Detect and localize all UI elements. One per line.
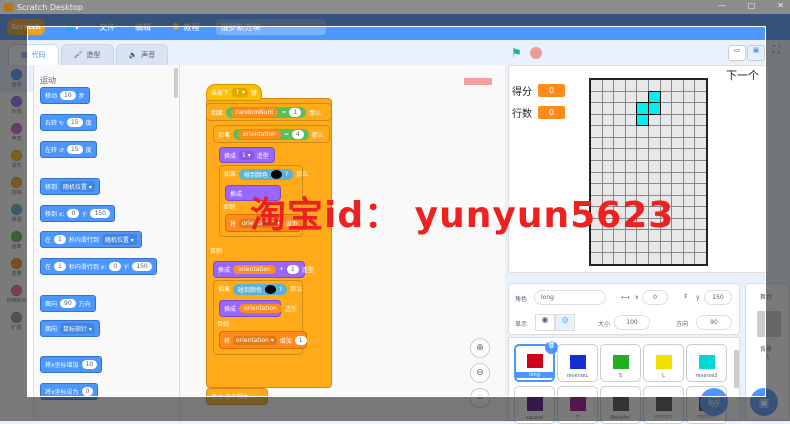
title-bar: Scratch Desktop: [0, 0, 790, 14]
maximize-button[interactable]: □: [748, 1, 756, 10]
close-button[interactable]: ✕: [777, 1, 784, 10]
overlay-right: [766, 26, 790, 397]
window-controls: — □ ✕: [718, 1, 784, 10]
capture-frame: [27, 26, 766, 397]
overlay-bottom: [0, 397, 790, 421]
overlay-left: [0, 26, 27, 397]
window-title: Scratch Desktop: [17, 2, 83, 12]
minimize-button[interactable]: —: [718, 1, 726, 10]
overlay-top: [0, 14, 790, 26]
app-icon: [4, 2, 13, 12]
